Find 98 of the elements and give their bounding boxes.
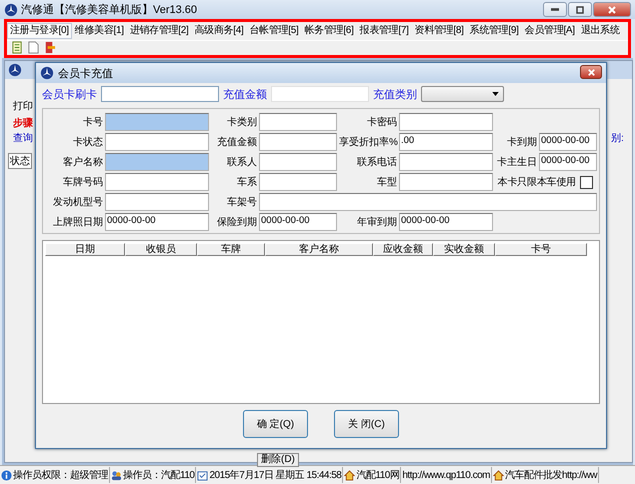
dialog-title: 会员卡充值 <box>58 66 113 80</box>
field-label: 卡类别 <box>226 116 257 129</box>
app-logo-icon <box>40 66 54 80</box>
menu-item[interactable]: 进销存管理[2] <box>126 23 192 39</box>
input-field[interactable] <box>259 113 337 131</box>
input-field[interactable] <box>259 133 337 151</box>
menu-item[interactable]: 退出系统 <box>578 23 623 39</box>
field-label: 卡主生日 <box>496 156 537 169</box>
field-label: 上牌照日期 <box>52 216 103 229</box>
status-text: 操作员权限：超级管理 <box>13 468 108 482</box>
field-label: 本卡只限本车使用 <box>498 176 576 189</box>
column-header[interactable]: 客户名称 <box>265 243 373 256</box>
menu-item[interactable]: 系统管理[9] <box>466 23 522 39</box>
field-label: 联系人 <box>226 156 257 169</box>
input-field[interactable] <box>105 153 209 171</box>
close-icon <box>586 68 596 76</box>
minimize-button[interactable] <box>543 2 567 17</box>
status-text: 操作员：汽配110 <box>123 469 194 482</box>
checkbox[interactable] <box>580 176 593 188</box>
column-header[interactable]: 收银员 <box>125 243 197 256</box>
filter-label: 别: <box>611 132 624 145</box>
input-field[interactable]: 0000-00-00 <box>259 213 337 231</box>
query-label: 查询 <box>13 132 33 145</box>
menu-item[interactable]: 帐务管理[6] <box>302 23 357 39</box>
field-label: 保险到期 <box>216 216 257 229</box>
input-field[interactable]: 0000-00-00 <box>539 133 597 151</box>
input-field[interactable]: 0000-00-00 <box>105 213 209 231</box>
step-label: 步骤 <box>13 116 33 130</box>
field-label: 卡状态 <box>72 136 103 149</box>
type-dropdown[interactable] <box>421 86 504 102</box>
field-label: 充值金额 <box>223 88 267 102</box>
maximize-button[interactable] <box>568 2 592 17</box>
app-logo-icon <box>4 2 18 16</box>
input-field[interactable] <box>259 193 597 211</box>
input-field[interactable]: 0000-00-00 <box>399 213 493 231</box>
field-label: 车架号 <box>226 196 257 209</box>
input-field[interactable]: 0000-00-00 <box>539 153 597 171</box>
menu-item[interactable]: 维修美容[1] <box>72 23 127 39</box>
field-label: 客户名称 <box>62 156 103 169</box>
close-dialog-button[interactable]: 关 闭(C) <box>334 410 399 438</box>
status-text: 汽配110网 <box>356 469 400 482</box>
window-title: 汽修通【汽修美容单机版】Ver13.60 <box>21 2 198 17</box>
field-label: 车牌号码 <box>62 176 103 189</box>
field-label: 卡号 <box>82 116 103 129</box>
house-icon <box>492 470 504 480</box>
app-logo-icon <box>8 63 22 77</box>
menu-item[interactable]: 会员管理[A] <box>522 23 578 39</box>
column-header: 状态 <box>8 153 32 169</box>
page-icon[interactable] <box>27 41 40 54</box>
input-field[interactable] <box>105 113 209 131</box>
field-label: 联系电话 <box>356 156 397 169</box>
delete-button[interactable]: 删除(D) <box>257 453 299 467</box>
house-icon <box>344 470 356 480</box>
info-icon <box>1 470 12 480</box>
column-header[interactable]: 卡号 <box>495 243 587 256</box>
field-label: 年审到期 <box>356 216 397 229</box>
field-label: 充值金额 <box>216 136 257 149</box>
menu-item[interactable]: 资料管理[8] <box>412 23 467 39</box>
input-field[interactable] <box>105 133 209 151</box>
people-icon <box>111 470 122 480</box>
confirm-button[interactable]: 确 定(Q) <box>243 410 308 438</box>
amount-field[interactable] <box>271 86 369 102</box>
field-label: 车型 <box>376 176 397 189</box>
menu-item[interactable]: 高级商务[4] <box>191 23 246 39</box>
input-field[interactable] <box>259 153 337 171</box>
input-field[interactable] <box>399 153 493 171</box>
status-text: 2015年7月17日 星期五 15:44:58 <box>209 468 342 482</box>
field-label: 享受折扣率% <box>339 136 397 149</box>
field-label: 会员卡刷卡 <box>42 88 97 102</box>
maximize-icon <box>575 4 585 14</box>
caret-icon <box>492 92 499 96</box>
input-field[interactable] <box>399 173 493 191</box>
menu-item[interactable]: 台帐管理[5] <box>246 23 302 39</box>
close-button[interactable] <box>593 2 631 17</box>
field-label: 车系 <box>236 176 257 189</box>
field-label: 充值类别 <box>373 88 417 102</box>
status-text: http://www.qp110.com <box>402 470 490 480</box>
menu-item[interactable]: 报表管理[7] <box>356 23 412 39</box>
card-swipe-field[interactable] <box>101 86 219 102</box>
column-header[interactable]: 实收金额 <box>433 243 495 256</box>
print-button[interactable]: 打印 <box>13 99 33 113</box>
field-label: 卡到期 <box>506 136 537 149</box>
field-label: 发动机型号 <box>52 196 103 209</box>
input-field[interactable] <box>105 193 209 211</box>
input-field[interactable] <box>105 173 209 191</box>
minimize-icon <box>551 8 559 11</box>
column-header[interactable]: 应收金额 <box>373 243 433 256</box>
menu-item[interactable]: 注册与登录[0] <box>7 23 72 39</box>
close-icon <box>607 4 617 14</box>
close-button[interactable] <box>580 65 602 79</box>
status-text: 汽车配件批发http://ww <box>504 468 597 482</box>
input-field[interactable]: .00 <box>399 133 493 151</box>
column-header[interactable]: 日期 <box>45 243 125 256</box>
field-label: 卡密码 <box>366 116 397 129</box>
input-field[interactable] <box>399 113 493 131</box>
column-header[interactable]: 车牌 <box>197 243 265 256</box>
document-icon[interactable] <box>11 41 24 54</box>
input-field[interactable] <box>259 173 337 191</box>
